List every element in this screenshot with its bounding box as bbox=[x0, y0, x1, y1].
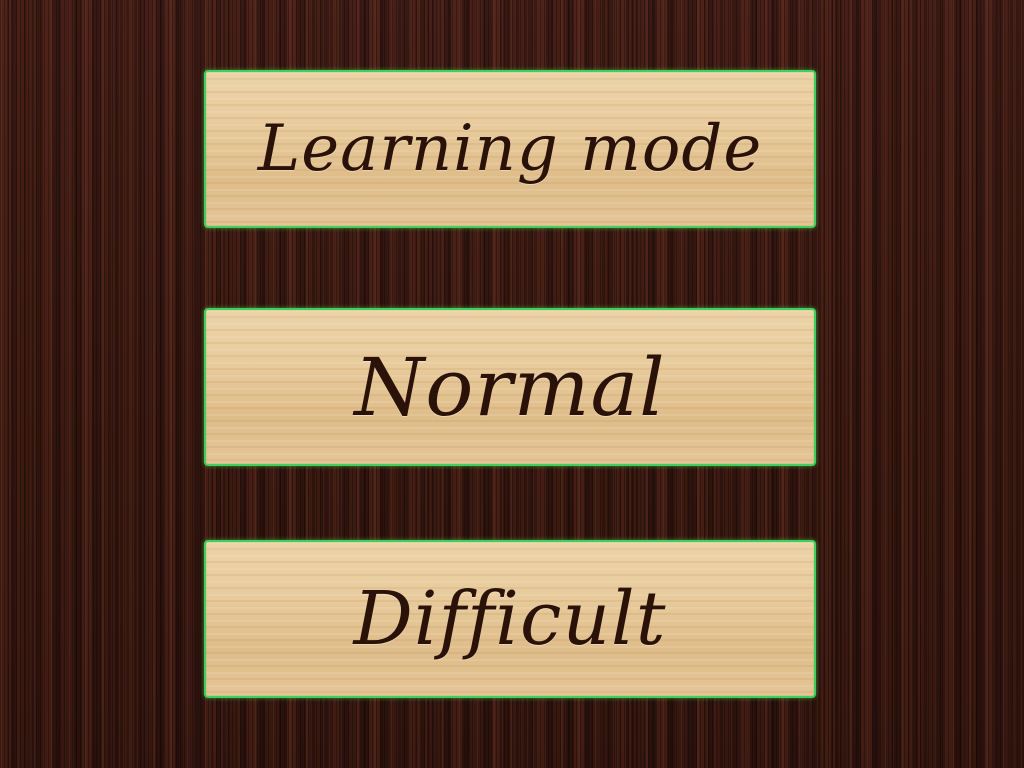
normal-label: Normal bbox=[354, 340, 666, 434]
normal-button[interactable]: Normal bbox=[204, 308, 816, 466]
learning-mode-button[interactable]: Learning mode bbox=[204, 70, 816, 228]
difficult-button[interactable]: Difficult bbox=[204, 540, 816, 698]
difficult-label: Difficult bbox=[353, 576, 667, 662]
learning-mode-label: Learning mode bbox=[257, 112, 763, 186]
difficulty-menu: Learning mode Normal Difficult bbox=[0, 0, 1024, 768]
